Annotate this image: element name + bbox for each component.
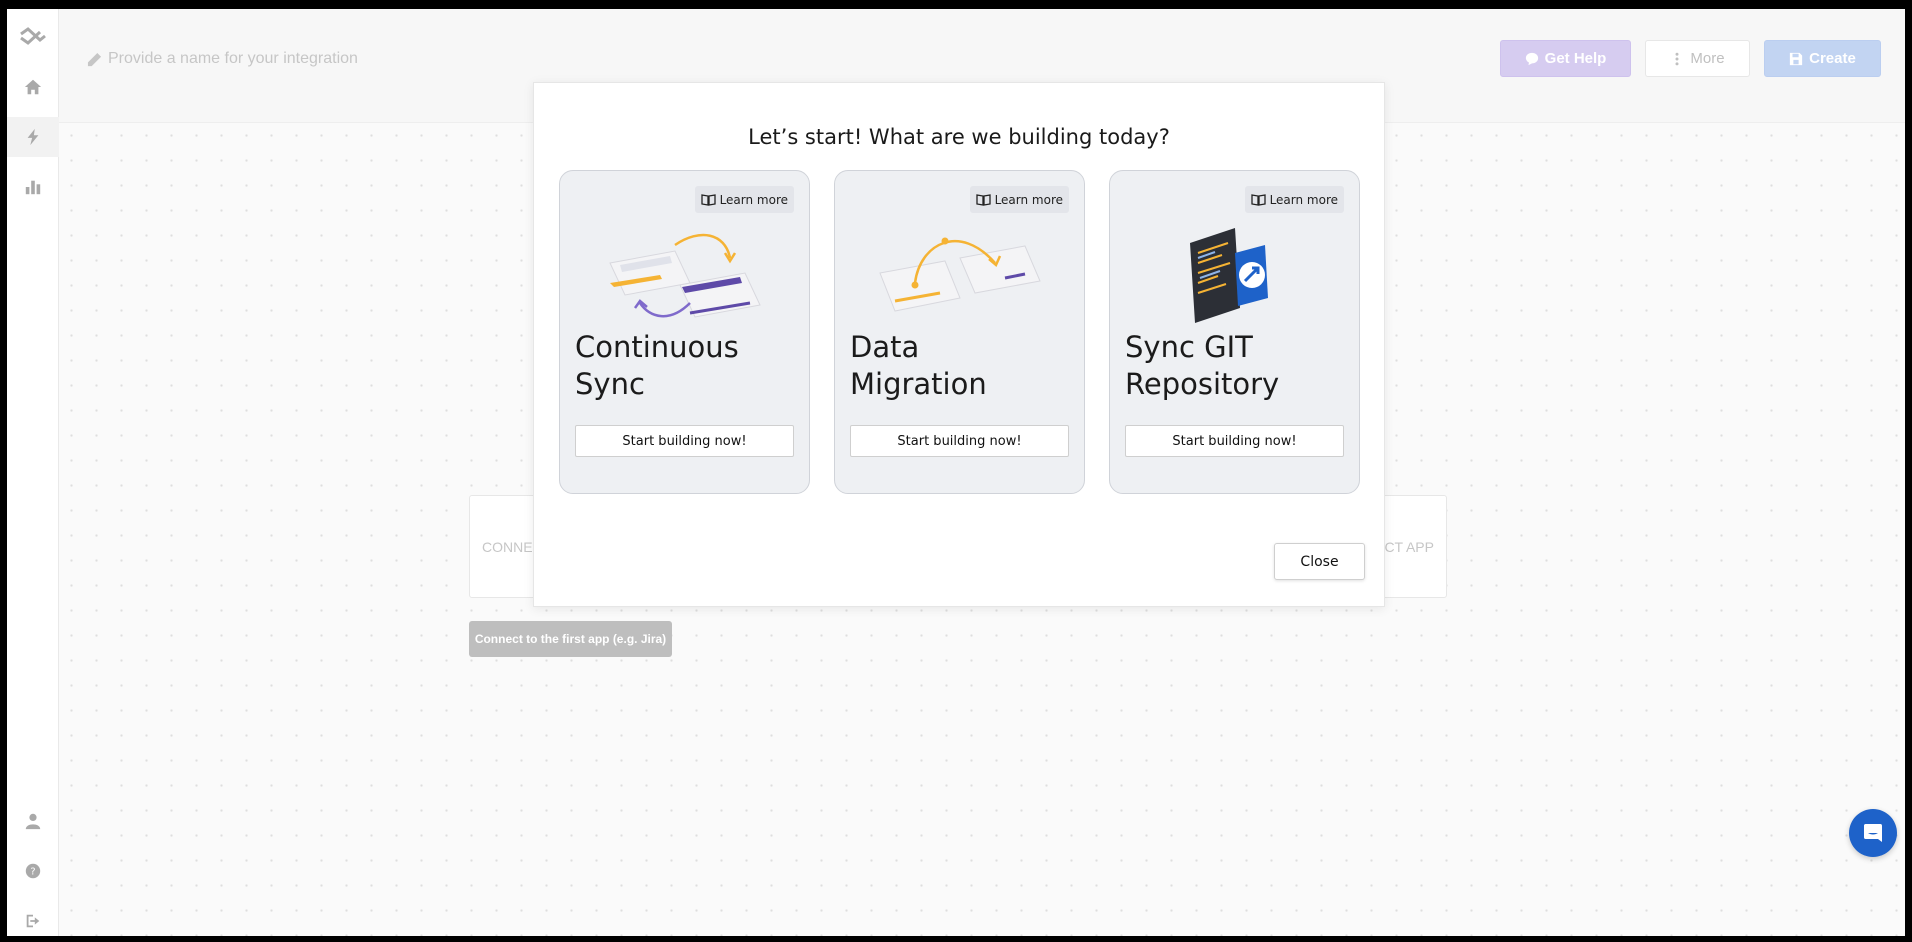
learn-more-link[interactable]: Learn more: [1244, 186, 1344, 213]
card-title-line1: Continuous: [575, 330, 739, 364]
app-window: ? Get Help More Create CONNE ECT APP Con…: [7, 9, 1905, 936]
card-title-line2: Migration: [850, 367, 987, 401]
start-building-button[interactable]: Start building now!: [850, 425, 1069, 457]
book-icon: [700, 194, 716, 206]
chat-icon: [1864, 824, 1882, 842]
card-sync-git-repository[interactable]: Learn more Sync GIT Repository Start bui…: [1109, 170, 1360, 494]
start-building-button[interactable]: Start building now!: [1125, 425, 1344, 457]
start-modal: Let’s start! What are we building today?…: [533, 82, 1385, 607]
continuous-sync-illustration: [609, 233, 761, 318]
start-building-button[interactable]: Start building now!: [575, 425, 794, 457]
card-title: Continuous Sync: [575, 329, 775, 403]
learn-more-label: Learn more: [994, 192, 1063, 207]
learn-more-link[interactable]: Learn more: [694, 186, 794, 213]
card-title-line2: Sync: [575, 367, 645, 401]
card-title: Sync GIT Repository: [1125, 329, 1325, 403]
modal-title: Let’s start! What are we building today?: [748, 125, 1170, 149]
data-migration-illustration: [879, 237, 1041, 312]
learn-more-label: Learn more: [719, 192, 788, 207]
git-repository-illustration: [1190, 228, 1268, 323]
card-title-line1: Sync GIT: [1125, 330, 1253, 364]
book-icon: [975, 194, 991, 206]
book-icon: [1250, 194, 1266, 206]
card-data-migration[interactable]: Learn more Data Migration Start building…: [834, 170, 1085, 494]
close-button[interactable]: Close: [1274, 543, 1365, 580]
learn-more-label: Learn more: [1269, 192, 1338, 207]
card-title: Data Migration: [850, 329, 1050, 403]
card-title-line2: Repository: [1125, 367, 1280, 401]
chat-launcher-button[interactable]: [1849, 809, 1897, 857]
card-title-line1: Data: [850, 330, 920, 364]
learn-more-link[interactable]: Learn more: [969, 186, 1069, 213]
card-continuous-sync[interactable]: Learn more Continuous Sync Start buildin…: [559, 170, 810, 494]
